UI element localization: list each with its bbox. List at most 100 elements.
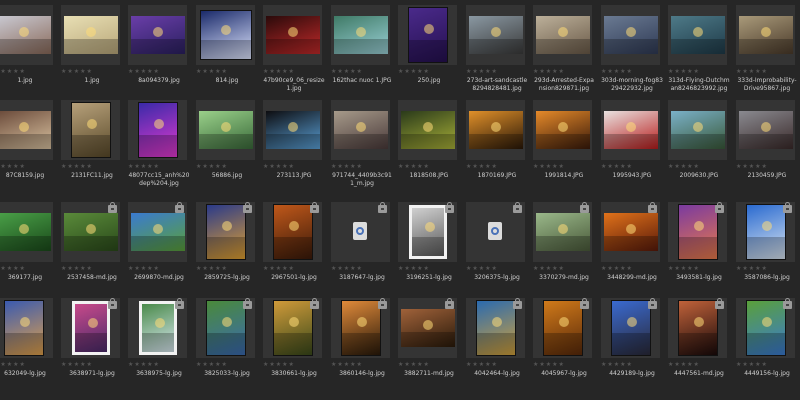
thumbnail-image: [469, 16, 523, 54]
rating-stars[interactable]: ★★★★★: [0, 68, 26, 75]
thumbnail-item[interactable]: ★★★★★ 4042464-lg.jpg: [466, 298, 525, 390]
rating-stars[interactable]: ★★★★★: [398, 163, 430, 170]
rating-stars[interactable]: ★★★★★: [196, 68, 228, 75]
rating-stars[interactable]: ★★★★★: [196, 163, 228, 170]
thumbnail-item[interactable]: ★★★★★ 333d-Improbability-Drive95867.jpg: [736, 5, 797, 97]
rating-stars[interactable]: ★★★★★: [263, 361, 295, 368]
rating-stars[interactable]: ★★★★★: [331, 265, 363, 272]
rating-stars[interactable]: ★★★★★: [668, 361, 700, 368]
rating-stars[interactable]: ★★★★★: [601, 163, 633, 170]
rating-stars[interactable]: ★★★★★: [668, 163, 700, 170]
thumbnail-item[interactable]: ★★★★★ 3860146-lg.jpg: [331, 298, 390, 390]
rating-stars[interactable]: ★★★★★: [466, 265, 498, 272]
thumbnail-item[interactable]: ★★★★★ 313d-Flying-Dutchman8246823992.jpg: [668, 5, 730, 97]
thumbnail-item[interactable]: ★★★★★ 1.jpg: [61, 5, 120, 97]
rating-stars[interactable]: ★★★★★: [61, 361, 93, 368]
thumbnail-item[interactable]: ★★★★★ 273d-art-sandcastle8294828481.jpg: [466, 5, 527, 97]
rating-stars[interactable]: ★★★★★: [263, 68, 295, 75]
rating-stars[interactable]: ★★★★★: [61, 265, 93, 272]
rating-stars[interactable]: ★★★★★: [128, 68, 160, 75]
thumbnail-detail: [207, 333, 245, 355]
rating-stars[interactable]: ★★★★★: [601, 68, 633, 75]
rating-stars[interactable]: ★★★★★: [533, 163, 565, 170]
rating-stars[interactable]: ★★★★★: [398, 68, 430, 75]
thumbnail-item[interactable]: ★★★★★ 814.jpg: [196, 5, 255, 97]
thumbnail-item[interactable]: ★★★★★ 632049-lg.jpg: [0, 298, 53, 390]
thumbnail-item[interactable]: ★★★★★ 162thac nuoc 1.JPG: [331, 5, 391, 97]
thumbnail-item[interactable]: ★★★★★ 4447561-md.jpg: [668, 298, 727, 390]
rating-stars[interactable]: ★★★★★: [61, 163, 93, 170]
thumbnail-item[interactable]: ★★★★★ 2130459.JPG: [736, 100, 795, 192]
rating-stars[interactable]: ★★★★★: [128, 361, 160, 368]
rating-stars[interactable]: ★★★★★: [668, 68, 700, 75]
rating-stars[interactable]: ★★★★★: [196, 265, 228, 272]
rating-stars[interactable]: ★★★★★: [668, 265, 700, 272]
rating-stars[interactable]: ★★★★★: [331, 163, 363, 170]
rating-stars[interactable]: ★★★★★: [533, 361, 565, 368]
rating-stars[interactable]: ★★★★★: [736, 163, 768, 170]
thumbnail-item[interactable]: ★★★★★ 2967501-lg.jpg: [263, 202, 322, 294]
thumbnail-item[interactable]: ★★★★★ 1995943.JPG: [601, 100, 660, 192]
thumbnail-highlight: [762, 317, 773, 328]
thumbnail-item[interactable]: ★★★★★ 3638971-lg.jpg: [61, 298, 120, 390]
rating-stars[interactable]: ★★★★★: [398, 361, 430, 368]
thumbnail-detail: [401, 133, 455, 149]
thumbnail-item[interactable]: ★★★★★ 369177.jpg: [0, 202, 53, 294]
rating-stars[interactable]: ★★★★★: [736, 68, 768, 75]
thumbnail-item[interactable]: ★★★★★ 303d-morning-fog8329422932.jpg: [601, 5, 663, 97]
thumbnail-item[interactable]: ★★★★★ 3882711-md.jpg: [398, 298, 457, 390]
thumbnail-item[interactable]: ★★★★★ 3370279-md.jpg: [533, 202, 592, 294]
thumbnail-item[interactable]: ★★★★★ 3830661-lg.jpg: [263, 298, 322, 390]
thumbnail-item[interactable]: ★★★★★ 4449156-lg.jpg: [736, 298, 795, 390]
thumbnail-item[interactable]: ★★★★★ 3187647-lg.jpg: [331, 202, 390, 294]
thumbnail-item[interactable]: ★★★★★ 48077cc15_anh%20dep%204.jpg: [128, 100, 189, 192]
rating-stars[interactable]: ★★★★★: [263, 265, 295, 272]
thumbnail-item[interactable]: ★★★★★ 3825033-lg.jpg: [196, 298, 255, 390]
thumbnail-item[interactable]: ★★★★★ 47b90ce9_06_resize1.jpg: [263, 5, 325, 97]
rating-stars[interactable]: ★★★★★: [466, 361, 498, 368]
rating-stars[interactable]: ★★★★★: [466, 163, 498, 170]
rating-stars[interactable]: ★★★★★: [0, 361, 26, 368]
thumbnail-item[interactable]: ★★★★★ 2131FC11.jpg: [61, 100, 120, 192]
thumbnail-item[interactable]: ★★★★★ 2699870-md.jpg: [128, 202, 187, 294]
thumbnail-item[interactable]: ★★★★★ 4429189-lg.jpg: [601, 298, 660, 390]
rating-stars[interactable]: ★★★★★: [61, 68, 93, 75]
rating-stars[interactable]: ★★★★★: [601, 265, 633, 272]
rating-stars[interactable]: ★★★★★: [601, 361, 633, 368]
thumbnail-item[interactable]: ★★★★★ 971744_4409b3c911_m.jpg: [331, 100, 392, 192]
thumbnail-item[interactable]: ★★★★★ 56886.jpg: [196, 100, 255, 192]
thumbnail-item[interactable]: ★★★★★ 2859725-lg.jpg: [196, 202, 255, 294]
thumbnail-item[interactable]: ★★★★★ 3638975-lg.jpg: [128, 298, 187, 390]
thumbnail-item[interactable]: ★★★★★ 3448299-md.jpg: [601, 202, 660, 294]
thumbnail-item[interactable]: ★★★★★ 2537458-md.jpg: [61, 202, 120, 294]
rating-stars[interactable]: ★★★★★: [128, 265, 160, 272]
thumbnail-item[interactable]: ★★★★★ 293d-Arrested-Expansion829871.jpg: [533, 5, 594, 97]
thumbnail-item[interactable]: ★★★★★ 8a094379.jpg: [128, 5, 187, 97]
thumbnail-item[interactable]: ★★★★★ 2009630.JPG: [668, 100, 727, 192]
thumbnail-item[interactable]: ★★★★★ 1991814.JPG: [533, 100, 592, 192]
rating-stars[interactable]: ★★★★★: [331, 68, 363, 75]
rating-stars[interactable]: ★★★★★: [466, 68, 498, 75]
rating-stars[interactable]: ★★★★★: [0, 265, 26, 272]
thumbnail-item[interactable]: ★★★★★ 273113.JPG: [263, 100, 322, 192]
rating-stars[interactable]: ★★★★★: [398, 265, 430, 272]
thumbnail-item[interactable]: ★★★★★ 1.jpg: [0, 5, 53, 97]
thumbnail-item[interactable]: ★★★★★ 250.jpg: [398, 5, 457, 97]
thumbnail-item[interactable]: ★★★★★ 3206375-lg.jpg: [466, 202, 525, 294]
rating-stars[interactable]: ★★★★★: [533, 68, 565, 75]
thumbnail-item[interactable]: ★★★★★ 3493581-lg.jpg: [668, 202, 727, 294]
rating-stars[interactable]: ★★★★★: [0, 163, 26, 170]
thumbnail-item[interactable]: ★★★★★ 87C8159.jpg: [0, 100, 53, 192]
rating-stars[interactable]: ★★★★★: [196, 361, 228, 368]
thumbnail-item[interactable]: ★★★★★ 3587086-lg.jpg: [736, 202, 795, 294]
thumbnail-item[interactable]: ★★★★★ 3196251-lg.jpg: [398, 202, 457, 294]
thumbnail-item[interactable]: ★★★★★ 1870169.JPG: [466, 100, 525, 192]
thumbnail-item[interactable]: ★★★★★ 1818508.JPG: [398, 100, 457, 192]
rating-stars[interactable]: ★★★★★: [128, 163, 160, 170]
rating-stars[interactable]: ★★★★★: [736, 361, 768, 368]
rating-stars[interactable]: ★★★★★: [736, 265, 768, 272]
rating-stars[interactable]: ★★★★★: [263, 163, 295, 170]
thumbnail-item[interactable]: ★★★★★ 4045967-lg.jpg: [533, 298, 592, 390]
rating-stars[interactable]: ★★★★★: [533, 265, 565, 272]
rating-stars[interactable]: ★★★★★: [331, 361, 363, 368]
